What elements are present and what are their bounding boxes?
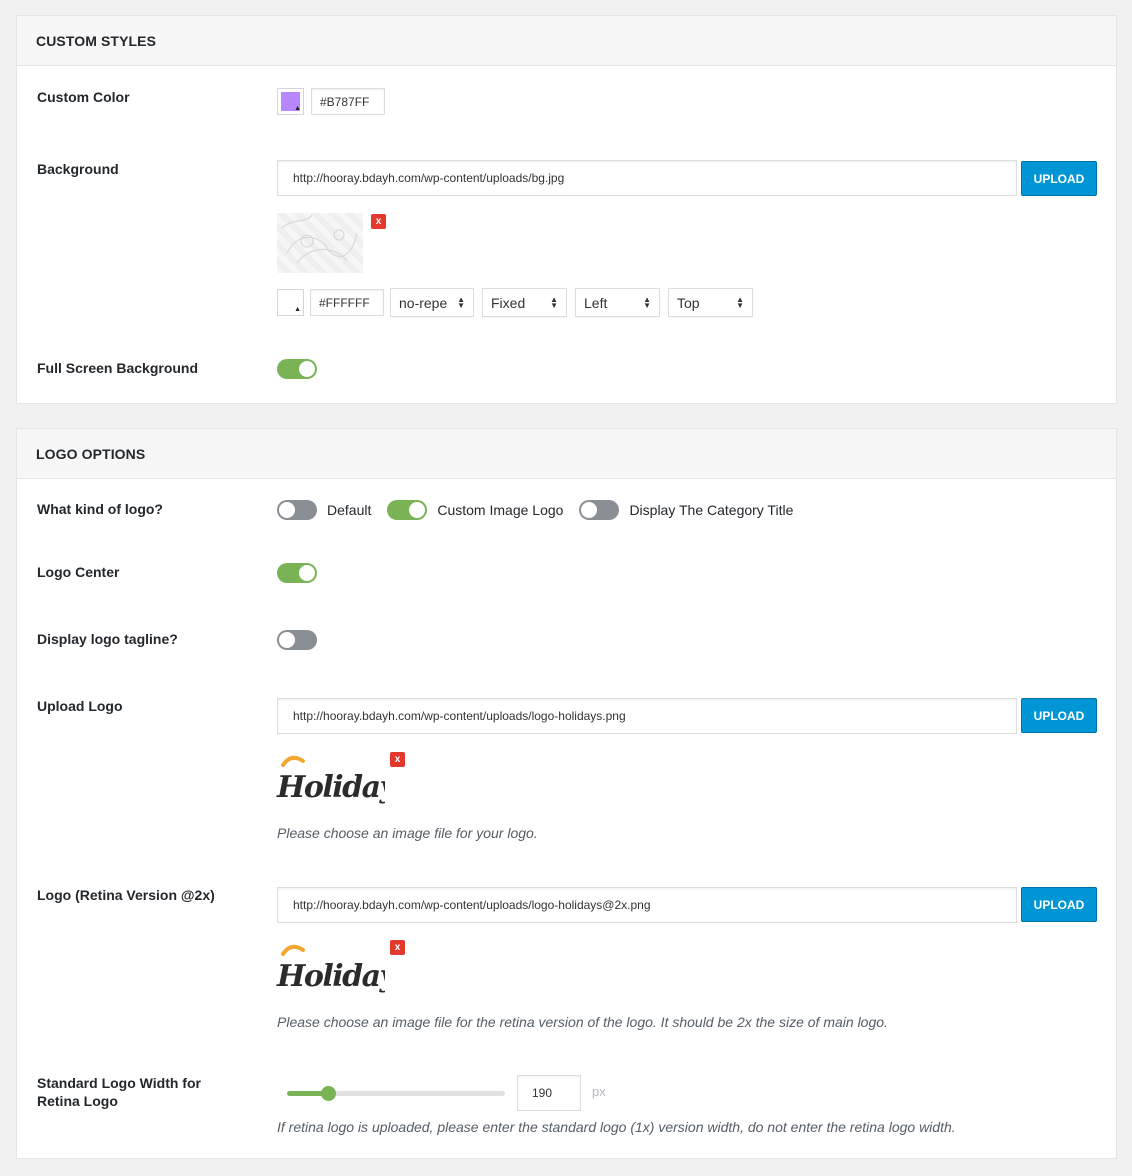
select-arrows-icon: ▲ ▼: [736, 294, 744, 310]
custom-color-hex-input[interactable]: #B787FF: [311, 88, 385, 115]
retina-logo-text: Holidays: [276, 959, 385, 994]
background-preview: [277, 213, 363, 273]
background-repeat-select[interactable]: no-repe ▲ ▼: [390, 288, 474, 317]
logo-center-label: Logo Center: [37, 564, 120, 580]
custom-color-controls: ▲ #B787FF: [277, 88, 385, 115]
select-arrows-icon: ▲ ▼: [643, 294, 651, 310]
full-screen-controls: [277, 359, 317, 379]
logo-options-panel: LOGO OPTIONS What kind of logo? Default C…: [16, 428, 1117, 1159]
upload-logo-url-wrap: http://hooray.bdayh.com/wp-content/uploa…: [277, 698, 1017, 734]
logo-kind-custom-image-toggle[interactable]: [387, 500, 428, 520]
upload-logo-label: Upload Logo: [37, 698, 123, 714]
logo-width-input[interactable]: 190: [517, 1075, 581, 1111]
background-thumbnail: [277, 213, 363, 273]
background-options: ▲ #FFFFFF no-repe ▲ ▼ Fixed ▲ ▼ Left ▲ ▼ To…: [277, 288, 753, 317]
retina-logo-description: Please choose an image file for the reti…: [277, 1014, 888, 1030]
background-repeat-value: no-repe: [399, 294, 448, 311]
background-position-y-value: Top: [677, 294, 700, 311]
upload-logo-text: Holidays: [276, 770, 385, 805]
background-color-swatch[interactable]: ▲: [277, 289, 304, 316]
logo-width-slider[interactable]: [287, 1086, 505, 1101]
logo-kind-custom-image-label[interactable]: Custom Image Logo: [437, 502, 563, 518]
background-remove-button[interactable]: x: [371, 214, 386, 229]
logo-kind-default-toggle[interactable]: [277, 500, 317, 520]
retina-logo-preview: Holidays: [275, 938, 414, 998]
background-attachment-select[interactable]: Fixed ▲ ▼: [482, 288, 567, 317]
custom-styles-panel: CUSTOM STYLES Custom Color ▲ #B787FF Bac…: [16, 15, 1117, 404]
logo-kind-category-title-toggle[interactable]: [579, 500, 620, 520]
swatch-caret-icon: ▲: [294, 105, 301, 112]
logo-options-header: LOGO OPTIONS: [17, 429, 1116, 479]
upload-logo-remove-button[interactable]: x: [390, 752, 405, 767]
logo-tagline-controls: [277, 630, 317, 650]
retina-logo-remove-button[interactable]: x: [390, 940, 405, 955]
custom-styles-header: CUSTOM STYLES: [17, 16, 1116, 66]
upload-logo-url-input[interactable]: http://hooray.bdayh.com/wp-content/uploa…: [277, 698, 1017, 734]
logo-tagline-label: Display logo tagline?: [37, 631, 178, 647]
logo-kind-label: What kind of logo?: [37, 501, 163, 517]
holidays-logo-image: Holidays: [276, 944, 414, 994]
upload-logo-description: Please choose an image file for your log…: [277, 825, 538, 841]
upload-logo-preview: Holidays: [275, 749, 414, 809]
background-upload-button[interactable]: UPLOAD: [1021, 161, 1097, 196]
custom-color-swatch[interactable]: ▲: [277, 88, 304, 115]
logo-width-slider-handle[interactable]: [321, 1086, 336, 1101]
full-screen-toggle[interactable]: [277, 359, 317, 379]
background-position-y-select[interactable]: Top ▲ ▼: [668, 288, 753, 317]
retina-logo-upload-button[interactable]: UPLOAD: [1021, 887, 1097, 922]
logo-width-description: If retina logo is uploaded, please enter…: [277, 1119, 956, 1135]
custom-color-label: Custom Color: [37, 89, 130, 105]
swatch-caret-icon: ▲: [294, 306, 301, 313]
logo-kind-category-title-label[interactable]: Display The Category Title: [629, 502, 793, 518]
upload-logo-button[interactable]: UPLOAD: [1021, 698, 1097, 733]
logo-kind-options: Default Custom Image Logo Display The Cate…: [277, 500, 809, 520]
logo-center-toggle[interactable]: [277, 563, 317, 583]
holidays-logo-image: Holidays: [276, 755, 414, 805]
background-color-hex-input[interactable]: #FFFFFF: [310, 289, 384, 316]
background-url-input[interactable]: http://hooray.bdayh.com/wp-content/uploa…: [277, 160, 1017, 196]
logo-center-controls: [277, 563, 317, 583]
background-position-x-value: Left: [584, 294, 608, 311]
background-url-text[interactable]: http://hooray.bdayh.com/wp-content/uploa…: [277, 160, 1017, 196]
select-arrows-icon: ▲ ▼: [550, 294, 558, 310]
retina-logo-label: Logo (Retina Version @2x): [37, 887, 215, 903]
logo-width-unit: px: [592, 1084, 606, 1099]
logo-width-label: Standard Logo Width for Retina Logo: [37, 1075, 201, 1109]
retina-logo-url-input[interactable]: http://hooray.bdayh.com/wp-content/uploa…: [277, 887, 1017, 923]
full-screen-label: Full Screen Background: [37, 360, 199, 376]
background-attachment-value: Fixed: [491, 294, 526, 311]
logo-kind-default-label[interactable]: Default: [327, 502, 371, 518]
background-position-x-select[interactable]: Left ▲ ▼: [575, 288, 660, 317]
select-arrows-icon: ▲ ▼: [457, 294, 465, 310]
background-label: Background: [37, 161, 119, 177]
retina-logo-url-wrap: http://hooray.bdayh.com/wp-content/uploa…: [277, 887, 1017, 923]
logo-tagline-toggle[interactable]: [277, 630, 317, 650]
